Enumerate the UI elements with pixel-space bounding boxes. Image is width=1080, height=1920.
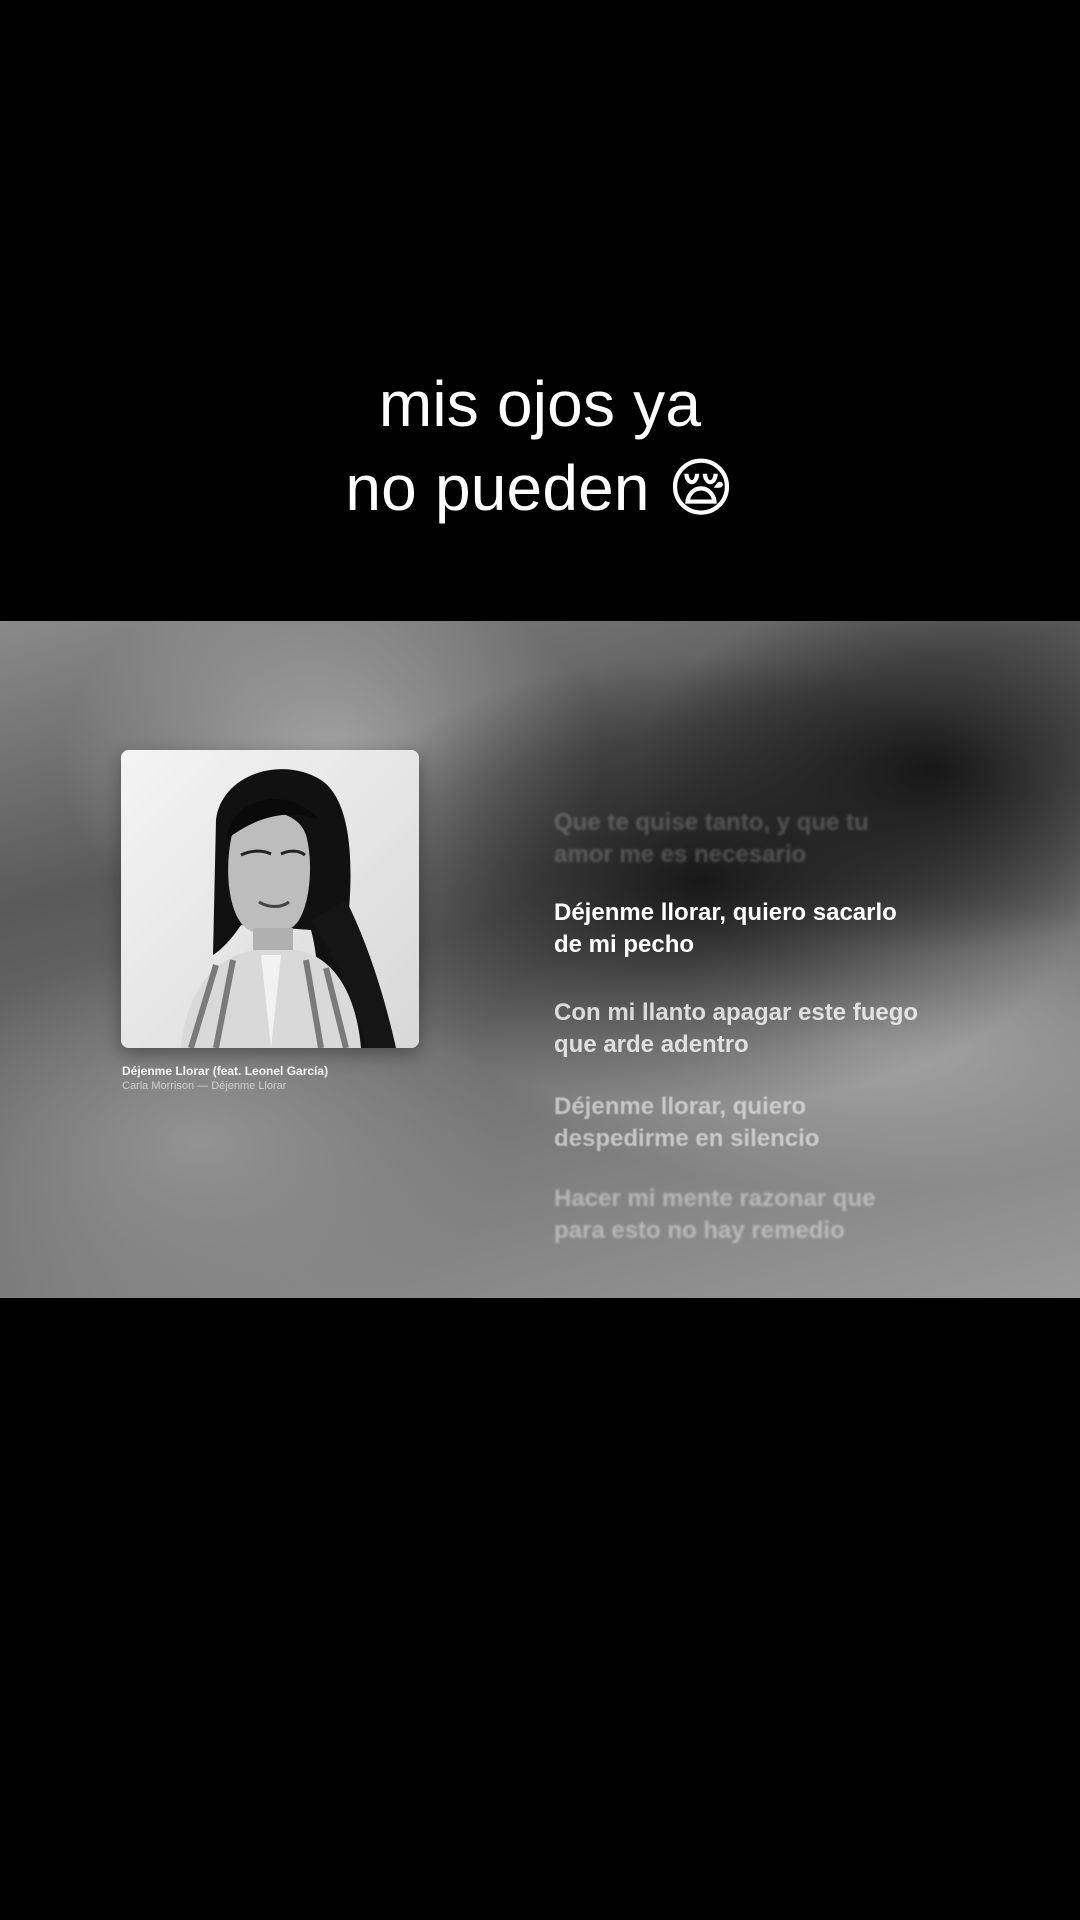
track-artist-album: Carla Morrison — Déjenme Llorar xyxy=(122,1080,287,1092)
track-title: Déjenme Llorar (feat. Leonel García) xyxy=(122,1064,329,1078)
lyrics-list: Que te quise tanto, y que tu amor me es … xyxy=(554,807,984,1247)
video-frame: mis ojos ya no pueden 😪 Déjenme Llorar (… xyxy=(0,0,1080,1920)
lyric-line-upcoming[interactable]: Hacer mi mente razonar que para esto no … xyxy=(554,1183,984,1247)
lyric-line-current[interactable]: Déjenme llorar, quiero sacarlo de mi pec… xyxy=(554,897,984,961)
album-artwork-image xyxy=(121,750,419,1048)
caption-line-1: mis ojos ya xyxy=(378,368,702,440)
caption-line-2: no pueden 😪 xyxy=(345,452,735,524)
album-artwork[interactable] xyxy=(121,750,419,1048)
lyric-line-next[interactable]: Con mi llanto apagar este fuego que arde… xyxy=(554,997,984,1061)
lyric-line-upcoming[interactable]: Déjenme llorar, quiero despedirme en sil… xyxy=(554,1091,984,1155)
lyric-line-past[interactable]: Que te quise tanto, y que tu amor me es … xyxy=(554,807,984,871)
overlay-caption: mis ojos ya no pueden 😪 xyxy=(0,362,1080,530)
music-player-lyrics-view: Déjenme Llorar (feat. Leonel García) Car… xyxy=(0,621,1080,1298)
